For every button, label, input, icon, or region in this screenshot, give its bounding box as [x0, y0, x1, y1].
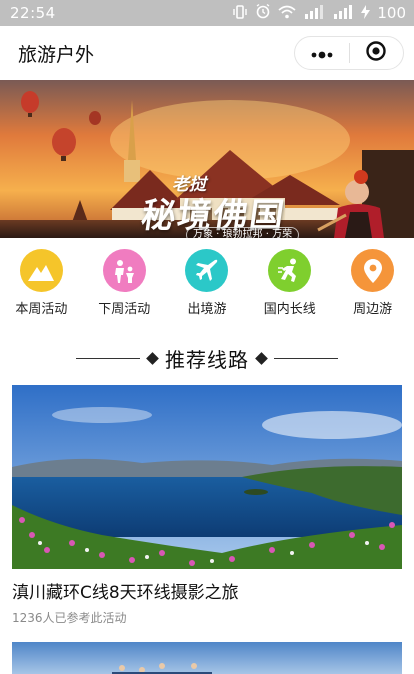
category-label: 本周活动 — [15, 302, 68, 317]
status-bar: 22:54 100 — [0, 0, 414, 26]
section-heading: 推荐线路 — [0, 338, 414, 378]
diamond-icon — [146, 351, 159, 365]
mountain-icon — [19, 249, 63, 292]
route-title: 滇川藏环C线8天环线摄影之旅 — [12, 583, 239, 603]
signal-icon — [332, 4, 354, 23]
heading-line-left — [76, 357, 140, 359]
category-domestic[interactable]: 国内长线 — [248, 238, 331, 324]
status-icons: 100 — [232, 3, 406, 23]
category-label: 下周活动 — [98, 302, 151, 317]
category-nearby[interactable]: 周边游 — [331, 238, 414, 324]
route-photo — [12, 385, 402, 569]
alarm-icon — [255, 3, 271, 23]
more-dots-icon — [310, 44, 334, 63]
family-icon — [102, 249, 146, 292]
diamond-icon — [255, 351, 268, 365]
more-button[interactable] — [295, 37, 349, 69]
charging-icon — [361, 4, 371, 23]
route-photo — [12, 642, 402, 674]
route-card[interactable]: 滇川藏环C线8天环线摄影之旅 1236人已参考此活动 — [12, 385, 402, 626]
category-label: 出境游 — [187, 302, 227, 317]
category-label: 周边游 — [353, 302, 393, 317]
mini-program-capsule — [294, 36, 404, 70]
page-title: 旅游户外 — [18, 43, 95, 66]
route-card[interactable] — [12, 642, 402, 674]
status-time: 22:54 — [10, 4, 56, 22]
heading-line-right — [274, 357, 338, 359]
battery-level: 100 — [377, 4, 406, 22]
signal-4g-icon — [303, 4, 325, 23]
category-this-week[interactable]: 本周活动 — [0, 238, 83, 324]
airplane-icon — [185, 249, 229, 292]
close-button[interactable] — [350, 37, 404, 69]
wifi-icon — [278, 4, 296, 23]
banner-subtitle: 万象 · 琅勃拉邦 · 万荣 — [186, 227, 300, 238]
route-participants: 1236人已参考此活动 — [12, 611, 127, 625]
nav-bar: 旅游户外 — [0, 26, 414, 80]
category-next-week[interactable]: 下周活动 — [83, 238, 166, 324]
promo-banner[interactable]: 老挝 秘境佛国 万象 · 琅勃拉邦 · 万荣 — [0, 80, 414, 238]
section-title: 推荐线路 — [165, 347, 249, 372]
app-root: 22:54 100 旅游户外 老挝 秘境佛国 万象 · 琅勃拉邦 · 万荣 本周… — [0, 0, 414, 674]
category-outbound[interactable]: 出境游 — [166, 238, 249, 324]
runner-icon — [268, 249, 312, 292]
location-pin-icon — [351, 249, 395, 292]
vibrate-icon — [232, 4, 248, 23]
category-grid: 本周活动 下周活动 出境游 国内长线 周边游 — [0, 238, 414, 324]
target-close-icon — [365, 40, 387, 66]
category-label: 国内长线 — [263, 302, 316, 317]
